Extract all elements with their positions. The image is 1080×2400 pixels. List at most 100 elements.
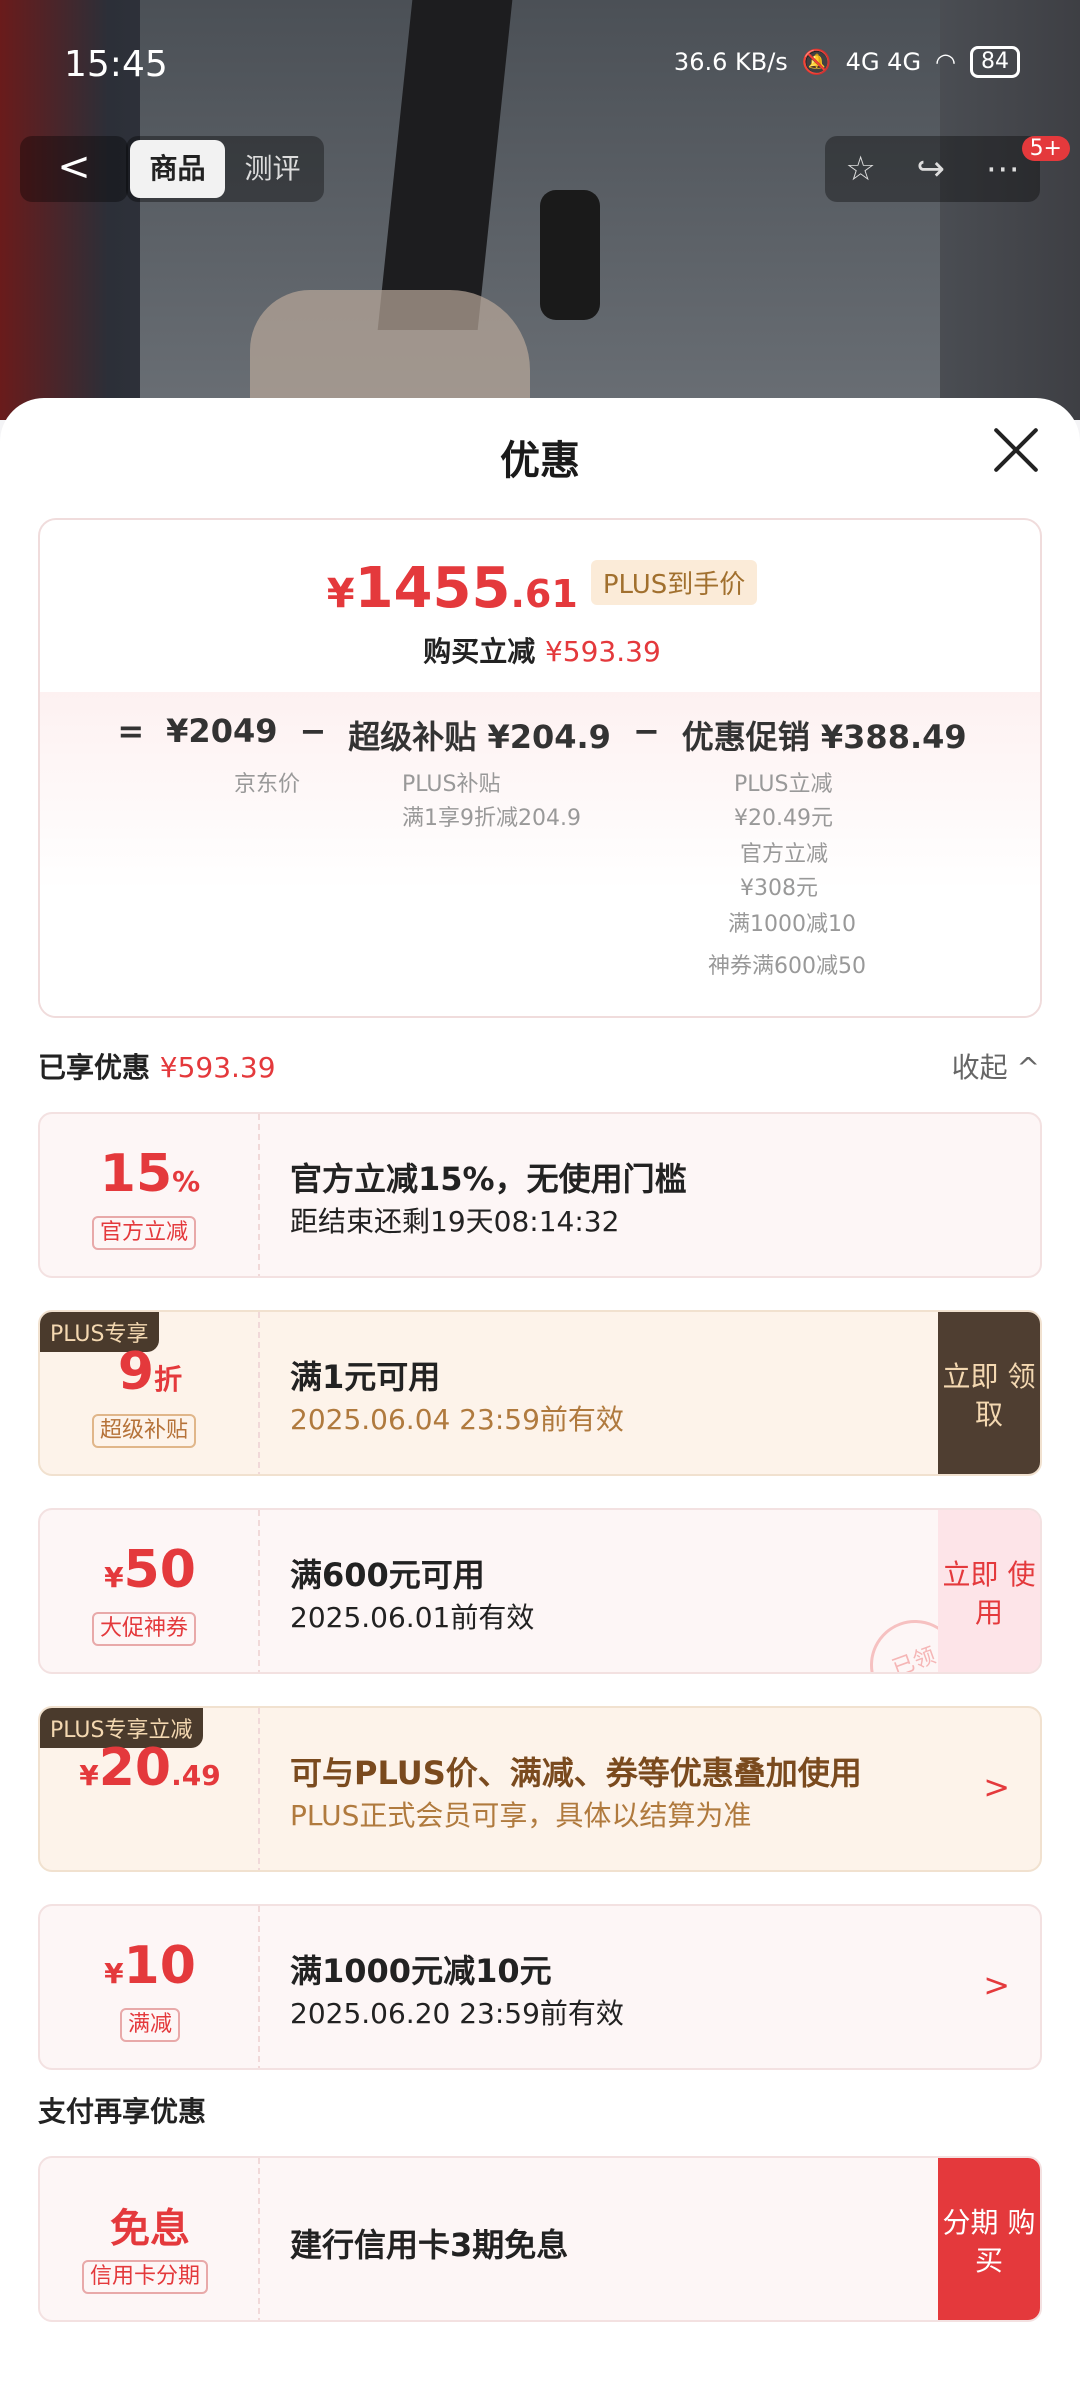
value-number: 20 bbox=[98, 1738, 172, 1798]
value-number: 9 bbox=[117, 1342, 155, 1402]
official-instant-detail: 官方立减 ¥308元 bbox=[740, 838, 828, 906]
coupon-card-full-reduce[interactable]: ¥10 满减 满1000元减10元 2025.06.20 23:59前有效 > bbox=[38, 1904, 1042, 2070]
promo-amount: 优惠促销 ¥388.49 bbox=[681, 718, 967, 756]
currency-symbol: ¥ bbox=[326, 571, 355, 617]
tab-group: 商品 测评 bbox=[126, 136, 324, 202]
official-instant-amount: ¥308元 bbox=[740, 876, 818, 901]
installment-buy-button[interactable]: 分期 购买 bbox=[938, 2158, 1040, 2320]
back-button[interactable]: < bbox=[20, 136, 128, 202]
coupon-value: ¥10 bbox=[40, 1936, 260, 1996]
signal-icon: 4G 4G bbox=[845, 48, 922, 76]
final-price: ¥1455.61 PLUS到手价 bbox=[40, 556, 1040, 621]
coupon-title: 满1元可用 bbox=[290, 1358, 441, 1396]
use-button[interactable]: 立即 使用 bbox=[938, 1510, 1040, 1672]
coupon-title: 满600元可用 bbox=[290, 1556, 485, 1594]
coupon-left: 15% 官方立减 bbox=[40, 1114, 260, 1276]
coupon-left: ¥20.49 bbox=[40, 1708, 260, 1870]
coupon-value: ¥50 bbox=[40, 1540, 260, 1600]
collapse-button[interactable]: 收起 ^ bbox=[952, 1046, 1040, 1086]
value-unit: 折 bbox=[154, 1363, 183, 1396]
nav-actions: ☆ ↪ ⋯ bbox=[825, 136, 1040, 202]
price-decimal: .61 bbox=[510, 572, 578, 616]
star-icon[interactable]: ☆ bbox=[845, 149, 875, 189]
coupon-detail: 神券满600减50 bbox=[708, 954, 866, 979]
status-icons: 36.6 KB/s 🔕 4G 4G ◠ 84 bbox=[674, 46, 1020, 78]
net-speed: 36.6 KB/s bbox=[673, 48, 788, 76]
coupon-title: 可与PLUS价、满减、券等优惠叠加使用 bbox=[290, 1754, 862, 1792]
buy-reduction: 购买立减 ¥593.39 bbox=[40, 630, 1040, 670]
jd-price-label: 京东价 bbox=[234, 772, 301, 797]
coupon-title: 官方立减15%，无使用门槛 bbox=[290, 1160, 687, 1198]
coupon-left: ¥50 大促神券 bbox=[40, 1510, 260, 1672]
plus-instant-title: PLUS立减 bbox=[734, 772, 833, 797]
coupon-expiry: 2025.06.04 23:59前有效 bbox=[290, 1403, 624, 1436]
eq-sign: = bbox=[117, 712, 145, 750]
value-number: 15 bbox=[99, 1144, 173, 1204]
mute-icon: 🔕 bbox=[801, 48, 832, 76]
sheet-title: 优惠 bbox=[500, 438, 580, 484]
wifi-icon: ◠ bbox=[935, 48, 956, 76]
status-bar: 15:45 36.6 KB/s 🔕 4G 4G ◠ 84 bbox=[0, 0, 1080, 130]
value-number: 10 bbox=[123, 1936, 196, 1996]
coupon-left: 9折 超级补贴 bbox=[40, 1312, 260, 1474]
coupon-countdown: 距结束还剩19天08:14:32 bbox=[290, 1205, 620, 1238]
coupon-value: 9折 bbox=[40, 1342, 260, 1402]
price-top: ¥1455.61 PLUS到手价 购买立减 ¥593.39 bbox=[40, 520, 1040, 692]
buy-label: 购买立减 bbox=[423, 635, 536, 668]
full-reduce-detail: 满1000减10 bbox=[728, 912, 856, 937]
top-nav: < 商品 测评 ☆ ↪ ⋯ bbox=[0, 136, 1080, 202]
jd-price: ¥2049 bbox=[166, 712, 278, 750]
plus-subsidy-detail: PLUS补贴 满1享9折减204.9 bbox=[402, 768, 581, 836]
price-integer: 1455 bbox=[354, 556, 511, 621]
buy-amount: ¥593.39 bbox=[544, 635, 661, 668]
discount-sheet: 优惠 ¥1455.61 PLUS到手价 购买立减 ¥593.39 = ¥2049… bbox=[0, 398, 1080, 2400]
enjoyed-label: 已享优惠 bbox=[38, 1051, 151, 1084]
tab-product[interactable]: 商品 bbox=[130, 140, 225, 198]
plus-price-tag: PLUS到手价 bbox=[590, 560, 758, 605]
coupon-card-plus-instant[interactable]: PLUS专享立减 ¥20.49 可与PLUS价、满减、券等优惠叠加使用 PLUS… bbox=[38, 1706, 1042, 1872]
status-time: 15:45 bbox=[64, 44, 168, 85]
coupon-value: ¥20.49 bbox=[40, 1738, 260, 1798]
pay-installment-card: 免息 信用卡分期 建行信用卡3期免息 分期 购买 bbox=[38, 2156, 1042, 2322]
message-badge: 5+ bbox=[1021, 136, 1070, 161]
value-currency: ¥ bbox=[104, 1957, 124, 1990]
coupon-value: 15% bbox=[40, 1144, 260, 1204]
interest-free-value: 免息 bbox=[110, 2206, 190, 2252]
value-number: 50 bbox=[123, 1540, 196, 1600]
share-icon[interactable]: ↪ bbox=[916, 149, 945, 189]
enjoyed-amount: ¥593.39 bbox=[159, 1051, 276, 1084]
guitar-head bbox=[540, 190, 600, 320]
value-unit: % bbox=[172, 1165, 201, 1198]
claim-button[interactable]: 立即 领取 bbox=[938, 1312, 1040, 1474]
value-currency: ¥ bbox=[79, 1759, 99, 1792]
coupon-title: 满1000元减10元 bbox=[290, 1952, 552, 1990]
more-icon[interactable]: ⋯ bbox=[986, 149, 1020, 189]
price-summary-card: ¥1455.61 PLUS到手价 购买立减 ¥593.39 = ¥2049 − … bbox=[38, 518, 1042, 1018]
chevron-right-icon: > bbox=[983, 1966, 1010, 2004]
coupon-card-plus-subsidy: PLUS专享 9折 超级补贴 满1元可用 2025.06.04 23:59前有效… bbox=[38, 1310, 1042, 1476]
official-instant-title: 官方立减 bbox=[740, 842, 829, 867]
coupon-card-promo: ¥50 大促神券 满600元可用 2025.06.01前有效 已领 立即 使用 bbox=[38, 1508, 1042, 1674]
coupon-card-official: 15% 官方立减 官方立减15%，无使用门槛 距结束还剩19天08:14:32 bbox=[38, 1112, 1042, 1278]
installment-title: 建行信用卡3期免息 bbox=[290, 2226, 569, 2264]
plus-instant-amount: ¥20.49元 bbox=[734, 806, 833, 831]
enjoyed-discount: 已享优惠 ¥593.39 bbox=[38, 1046, 276, 1086]
coupon-expiry: 2025.06.20 23:59前有效 bbox=[290, 1997, 624, 2030]
price-breakdown: = ¥2049 − 超级补贴 ¥204.9 − 优惠促销 ¥388.49 京东价… bbox=[40, 692, 1040, 1016]
value-decimal: .49 bbox=[171, 1759, 221, 1792]
plus-instant-detail: PLUS立减 ¥20.49元 bbox=[734, 768, 833, 836]
value-currency: ¥ bbox=[104, 1561, 124, 1594]
coupon-left: 免息 信用卡分期 bbox=[40, 2158, 260, 2320]
pay-section-heading: 支付再享优惠 bbox=[38, 2095, 207, 2128]
tab-review[interactable]: 测评 bbox=[225, 140, 320, 198]
coupon-label: 超级补贴 bbox=[92, 1414, 197, 1448]
coupon-label: 大促神券 bbox=[92, 1612, 197, 1646]
subsidy-amount: 超级补贴 ¥204.9 bbox=[348, 718, 611, 756]
coupon-label: 满减 bbox=[120, 2008, 181, 2042]
coupon-note: PLUS正式会员可享，具体以结算为准 bbox=[290, 1799, 752, 1832]
plus-subsidy-title: PLUS补贴 bbox=[402, 772, 501, 797]
installment-label: 信用卡分期 bbox=[82, 2260, 209, 2294]
breakdown-equation: = ¥2049 − 超级补贴 ¥204.9 − 优惠促销 ¥388.49 bbox=[40, 712, 1040, 758]
close-icon[interactable] bbox=[992, 426, 1040, 474]
coupon-expiry: 2025.06.01前有效 bbox=[290, 1601, 535, 1634]
